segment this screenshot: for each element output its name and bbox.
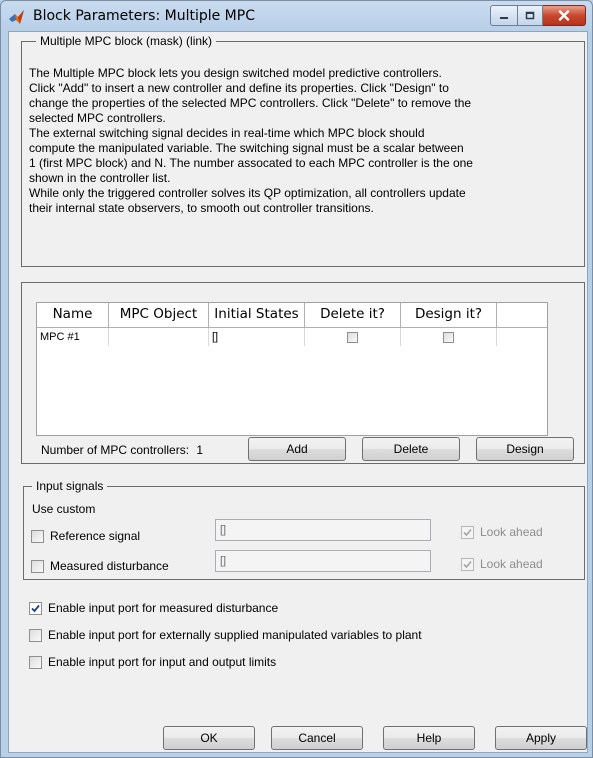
reference-signal-checkbox[interactable]	[31, 529, 44, 543]
description-line: compute the manipulated variable. The sw…	[29, 141, 464, 155]
cell-mpc-object[interactable]	[109, 328, 209, 346]
description-line: The external switching signal decides in…	[29, 126, 425, 140]
table-row[interactable]: MPC #1 []	[37, 328, 547, 346]
column-header-initial-states[interactable]: Initial States	[209, 303, 305, 327]
title-bar[interactable]: Block Parameters: Multiple MPC	[1, 1, 592, 31]
window-title: Block Parameters: Multiple MPC	[33, 8, 255, 24]
description-line: change the properties of the selected MP…	[29, 96, 472, 110]
option-limits-checkbox[interactable]	[29, 655, 42, 669]
table-header: Name MPC Object Initial States Delete it…	[37, 303, 547, 328]
measured-lookahead-label: Look ahead	[480, 557, 543, 571]
description-line: their internal state observers, to smoot…	[29, 201, 374, 215]
design-checkbox[interactable]	[443, 331, 454, 343]
description-line: Click "Add" to insert a new controller a…	[29, 81, 449, 95]
dialog-window: Block Parameters: Multiple MPC Multiple …	[0, 0, 593, 758]
maximize-icon	[525, 11, 535, 20]
measured-disturbance-checkbox-row[interactable]: Measured disturbance	[31, 559, 169, 573]
mask-group-title: Multiple MPC block (mask) (link)	[36, 34, 217, 48]
option-label: Enable input port for externally supplie…	[48, 628, 422, 642]
measured-lookahead-checkbox[interactable]	[461, 557, 474, 571]
description-line: 1 (first MPC block) and N. The number as…	[29, 156, 473, 170]
controller-count-value: 1	[196, 443, 204, 457]
use-custom-label: Use custom	[32, 502, 96, 516]
column-header-delete[interactable]: Delete it?	[305, 303, 401, 327]
option-manipulated-variables-checkbox[interactable]	[29, 628, 42, 642]
reference-lookahead-checkbox[interactable]	[461, 525, 474, 539]
description-line: While only the triggered controller solv…	[29, 186, 466, 200]
help-button[interactable]: Help	[383, 726, 475, 750]
mask-description: The Multiple MPC block lets you design s…	[29, 66, 549, 216]
option-label: Enable input port for measured disturban…	[48, 601, 279, 615]
apply-button[interactable]: Apply	[495, 726, 587, 750]
cell-initial-states[interactable]: []	[209, 328, 305, 346]
reference-signal-checkbox-row[interactable]: Reference signal	[31, 529, 140, 543]
controller-count-text: Number of MPC controllers:	[41, 443, 190, 457]
checkmark-icon	[463, 528, 472, 536]
description-line: selected MPC controllers.	[29, 111, 166, 125]
option-measured-disturbance-checkbox[interactable]	[29, 601, 42, 615]
description-line: shown in the controller list.	[29, 171, 171, 185]
close-icon	[558, 10, 570, 21]
input-signals-title: Input signals	[32, 479, 108, 493]
measured-disturbance-label: Measured disturbance	[50, 559, 169, 573]
reference-signal-label: Reference signal	[50, 529, 141, 543]
add-button[interactable]: Add	[248, 437, 346, 461]
reference-signal-input[interactable]: []	[215, 519, 431, 541]
controllers-table[interactable]: Name MPC Object Initial States Delete it…	[36, 302, 548, 436]
maximize-button[interactable]	[518, 5, 543, 26]
mask-description-group: Multiple MPC block (mask) (link) The Mul…	[21, 34, 585, 267]
measured-lookahead-row[interactable]: Look ahead	[461, 557, 543, 571]
cancel-button[interactable]: Cancel	[271, 726, 363, 750]
minimize-icon	[500, 16, 508, 19]
close-button[interactable]	[543, 5, 586, 26]
checkmark-icon	[31, 604, 40, 612]
cell-delete[interactable]	[305, 328, 401, 346]
column-header-mpc-object[interactable]: MPC Object	[109, 303, 209, 327]
column-header-design[interactable]: Design it?	[401, 303, 497, 327]
measured-disturbance-checkbox[interactable]	[31, 559, 44, 573]
option-measured-disturbance-port[interactable]: Enable input port for measured disturban…	[29, 601, 278, 615]
ok-button[interactable]: OK	[163, 726, 255, 750]
cell-design[interactable]	[401, 328, 497, 346]
delete-checkbox[interactable]	[347, 331, 358, 343]
option-limits-port[interactable]: Enable input port for input and output l…	[29, 655, 276, 669]
delete-button[interactable]: Delete	[362, 437, 460, 461]
dialog-client-area: Multiple MPC block (mask) (link) The Mul…	[8, 31, 588, 753]
matlab-logo-icon	[9, 10, 24, 24]
checkmark-icon	[463, 560, 472, 568]
description-line: The Multiple MPC block lets you design s…	[29, 66, 442, 80]
design-button[interactable]: Design	[476, 437, 574, 461]
cell-name[interactable]: MPC #1	[37, 328, 109, 346]
column-header-name[interactable]: Name	[37, 303, 109, 327]
reference-lookahead-row[interactable]: Look ahead	[461, 525, 543, 539]
minimize-button[interactable]	[490, 5, 518, 26]
reference-lookahead-label: Look ahead	[480, 525, 543, 539]
measured-disturbance-input[interactable]: []	[215, 550, 431, 572]
option-label: Enable input port for input and output l…	[48, 655, 277, 669]
controller-count-label: Number of MPC controllers: 1	[41, 443, 203, 458]
option-manipulated-variables-port[interactable]: Enable input port for externally supplie…	[29, 628, 422, 642]
